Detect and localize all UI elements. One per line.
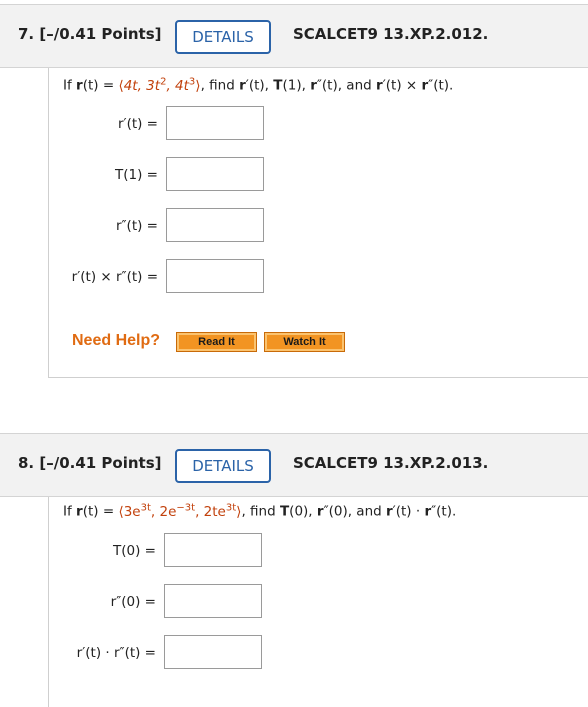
q8-answer-T0[interactable] — [164, 533, 262, 567]
question-7-number: 7. [–/0.41 Points] — [18, 25, 162, 43]
question-8-prompt: If r(t) = ⟨3e3t, 2e−3t, 2te3t⟩, find T(0… — [63, 502, 457, 520]
q8-label-r-double-prime-0: r″(0) = — [110, 594, 156, 610]
question-8-header: 8. [–/0.41 Points] DETAILS SCALCET9 13.X… — [0, 433, 588, 497]
q7-answer-cross-product[interactable] — [166, 259, 264, 293]
question-8-number: 8. [–/0.41 Points] — [18, 454, 162, 472]
watch-it-button[interactable]: Watch It — [264, 332, 345, 352]
question-7-details-button[interactable]: DETAILS — [175, 20, 271, 54]
question-8-course-code: SCALCET9 13.XP.2.013. — [293, 454, 489, 472]
question-8-details-button[interactable]: DETAILS — [175, 449, 271, 483]
q7-label-cross-product: r′(t) × r″(t) = — [71, 269, 158, 285]
q8-label-T0: T(0) = — [113, 543, 156, 559]
read-it-button[interactable]: Read It — [176, 332, 257, 352]
q7-label-r-double-prime: r″(t) = — [115, 218, 158, 234]
q8-label-dot-product: r′(t) · r″(t) = — [76, 645, 156, 661]
q8-answer-dot-product[interactable] — [164, 635, 262, 669]
question-7-course-code: SCALCET9 13.XP.2.012. — [293, 25, 489, 43]
need-help-label: Need Help? — [72, 332, 161, 349]
q7-answer-r-double-prime[interactable] — [166, 208, 264, 242]
q7-label-T1: T(1) = — [115, 167, 158, 183]
q7-label-r-prime: r′(t) = — [117, 116, 158, 132]
q7-answer-r-prime[interactable] — [166, 106, 264, 140]
q8-answer-r-double-prime-0[interactable] — [164, 584, 262, 618]
question-7-header: 7. [–/0.41 Points] DETAILS SCALCET9 13.X… — [0, 4, 588, 68]
question-7-prompt: If r(t) = ⟨4t, 3t2, 4t3⟩, find r′(t), T(… — [63, 76, 454, 94]
q7-answer-T1[interactable] — [166, 157, 264, 191]
